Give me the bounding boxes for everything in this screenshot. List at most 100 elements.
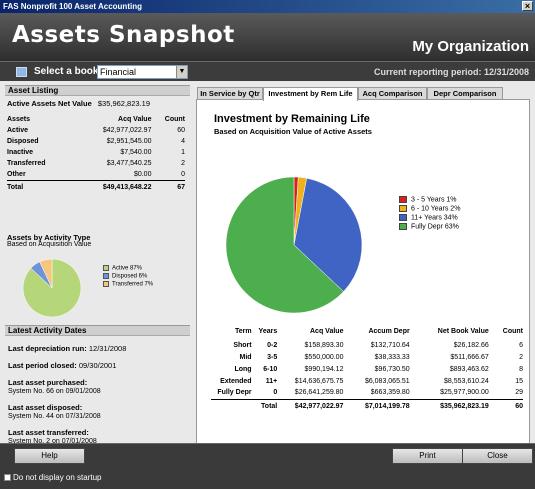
acq-value: $42,977,022.97 [102,127,152,134]
left-panel: Asset Listing Active Assets Net Value $3… [5,85,190,465]
last-period-row: Last period closed: 09/30/2001 [8,361,190,370]
net-book-value: $511,666.67 [450,353,489,361]
term: Long [234,365,252,373]
count: 15 [515,377,523,385]
select-book-label: Select a book [34,66,99,77]
legend-label: 11+ Years 34% [411,214,458,222]
column-header: Count [502,328,523,335]
count: 0 [181,170,185,178]
startup-checkbox[interactable] [4,474,11,481]
activity-type-pie-chart [22,258,82,318]
legend-item: 3 - 5 Years 1% [399,196,460,205]
window-close-button[interactable]: × [522,1,533,11]
column-header: Accum Depr [368,328,410,335]
row-label: Transferred [7,160,46,167]
remaining-life-table: Term Years Acq Value Accum Depr Net Book… [211,324,523,411]
print-button[interactable]: Print [392,448,463,464]
acq-value: $2,951,545.00 [106,138,152,145]
asset-listing-table: Assets Acq Value Count Active $42,977,02… [7,113,185,191]
startup-checkbox-label: Do not display on startup [13,473,102,482]
legend-swatch [399,214,407,221]
last-period-value: 09/30/2001 [78,361,117,370]
net-value: $35,962,823.19 [97,99,150,108]
remaining-life-legend: 3 - 5 Years 1% 6 - 10 Years 2% 11+ Years… [399,196,460,232]
term: Fully Depr [217,389,252,397]
column-header: Term [234,328,252,335]
term: Extended [220,377,252,385]
last-disposed-label: Last asset disposed: [8,403,83,412]
acq-value: $26,641,259.80 [294,389,344,397]
activity-type-subtitle: Based on Acquisition Value [7,241,92,248]
count: 8 [519,365,523,373]
table-row: Short 0-2 $158,893.30 $132,710.64 $26,18… [211,339,523,351]
row-label: Disposed [7,138,39,145]
row-label: Inactive [7,149,34,156]
legend-swatch [399,205,407,212]
total-label: Total [251,398,278,411]
startup-checkbox-row[interactable]: Do not display on startup [4,473,102,482]
legend-label: Fully Depr 63% [411,223,459,231]
count: 29 [515,389,523,397]
acq-value: $158,893.30 [304,341,344,349]
years: 0 [273,389,278,397]
footer-bar: Do not display on startup [0,467,535,489]
years: 6-10 [263,365,278,373]
legend-swatch [103,281,109,287]
total-count: 60 [488,398,523,411]
acq-value: $7,540.00 [120,149,152,156]
last-depreciation-label: Last depreciation run: [8,344,87,353]
accum-depr: $132,710.64 [370,341,410,349]
book-icon [16,67,27,77]
last-disposed-row: Last asset disposed: System No. 44 on 07/… [8,403,190,420]
total-label: Total [7,179,71,191]
latest-activity-heading: Latest Activity Dates [5,325,190,336]
total-net-book-value: $35,962,823.19 [409,398,489,411]
legend-label: 6 - 10 Years 2% [411,205,461,213]
legend-label: Transferred 7% [112,281,154,288]
column-header: Count [164,115,185,123]
activity-type-legend: Active 87% Disposed 6% Transferred 7% [103,265,153,289]
window-title: FAS Nonprofit 100 Asset Accounting [3,2,142,11]
tab-investment-by-rem-life[interactable]: Investment by Rem Life [263,87,358,101]
total-row: Total $42,977,022.97 $7,014,199.78 $35,9… [211,398,523,411]
years: 0-2 [267,341,278,349]
net-book-value: $26,182.66 [453,341,489,349]
table-row: Fully Depr 0 $26,641,259.80 $663,359.80 … [211,387,523,399]
term: Mid [239,353,252,361]
legend-swatch [399,196,407,203]
blank-cell [211,398,252,411]
total-accum-depr: $7,014,199.78 [343,398,410,411]
reporting-period: Current reporting period: 12/31/2008 [373,67,529,77]
column-header: Years [258,328,278,335]
organization-name: My Organization [412,38,529,55]
count: 6 [519,341,523,349]
close-button[interactable]: Close [462,448,533,464]
help-button[interactable]: Help [14,448,85,464]
total-value: $49,413,648.22 [70,179,152,191]
term: Short [233,341,252,349]
table-row: Extended 11+ $14,636,675.75 $6,083,065.5… [211,375,523,387]
legend-item: Fully Depr 63% [399,223,460,232]
acq-value: $990,194.12 [304,365,344,373]
table-row: Transferred $3,477,540.25 2 [7,158,185,169]
book-dropdown[interactable]: Financial ▼ [97,65,188,79]
chevron-down-icon[interactable]: ▼ [176,66,187,78]
last-depreciation-value: 12/31/2008 [88,344,127,353]
last-period-label: Last period closed: [8,361,77,370]
last-purchased-label: Last asset purchased: [8,378,88,387]
table-row: Inactive $7,540.00 1 [7,147,185,158]
net-book-value: $893,463.62 [449,365,489,373]
table-row: Mid 3-5 $550,000.00 $38,333.33 $511,666.… [211,351,523,363]
count: 1 [181,149,185,156]
last-purchased-row: Last asset purchased: System No. 66 on 09… [8,378,190,395]
count: 2 [519,353,523,361]
row-label: Active [7,127,29,134]
legend-item: Active 87% [103,265,153,273]
acq-value: $550,000.00 [304,353,344,361]
legend-swatch [399,223,407,230]
remaining-life-pie-chart [225,176,363,314]
net-book-value: $8,553,610.24 [444,377,489,385]
last-transferred-label: Last asset transferred: [8,428,89,437]
column-header: Acq Value [118,115,152,123]
accum-depr: $663,359.80 [370,389,410,397]
